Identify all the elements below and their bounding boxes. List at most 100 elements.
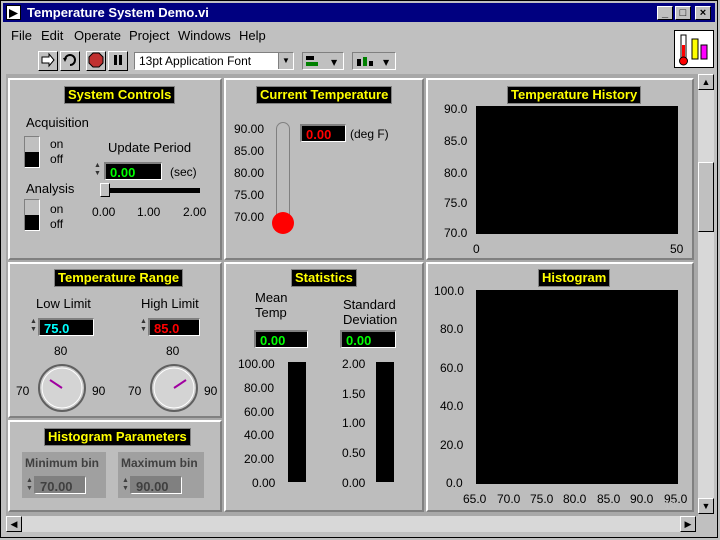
menu-help[interactable]: Help bbox=[239, 28, 266, 43]
mean-temp-label-2: Temp bbox=[255, 305, 287, 320]
vertical-scrollbar[interactable]: ▲ ▼ bbox=[698, 74, 714, 514]
mean-tick-3: 40.00 bbox=[244, 428, 275, 442]
slider-tick-2: 2.00 bbox=[183, 205, 207, 219]
low-limit-field[interactable]: 75.0 bbox=[38, 318, 94, 336]
font-selector-value: 13pt Application Font bbox=[139, 54, 252, 68]
acquisition-switch[interactable] bbox=[24, 136, 40, 168]
temperature-history-graph[interactable] bbox=[476, 106, 678, 234]
distribute-objects-button[interactable]: ▼ bbox=[352, 52, 396, 70]
mean-tick-0: 100.00 bbox=[238, 357, 275, 371]
scroll-down-button[interactable]: ▼ bbox=[698, 498, 714, 514]
scroll-left-button[interactable]: ◀ bbox=[6, 516, 22, 532]
update-period-field[interactable]: 0.00 bbox=[104, 162, 162, 180]
mean-temp-bar bbox=[288, 362, 306, 482]
hist-y-tick-3: 40.0 bbox=[440, 399, 464, 413]
hist-y-tick-4: 20.0 bbox=[440, 438, 464, 452]
history-x-tick-0: 0 bbox=[473, 242, 480, 256]
menu-bar: File Edit Operate Project Windows Help bbox=[3, 24, 673, 48]
std-dev-label-2: Deviation bbox=[343, 312, 398, 327]
hist-y-tick-2: 60.0 bbox=[440, 361, 464, 375]
history-y-tick-2: 80.0 bbox=[444, 166, 468, 180]
maximum-bin-increment[interactable]: ▲ ▼ bbox=[122, 477, 130, 493]
scroll-thumb-vertical[interactable] bbox=[698, 162, 714, 232]
vi-icon[interactable] bbox=[674, 30, 714, 68]
thermo-tick-2: 80.00 bbox=[234, 166, 265, 180]
history-y-tick-3: 75.0 bbox=[444, 196, 468, 210]
update-period-increment[interactable]: ▲ ▼ bbox=[94, 162, 102, 178]
menu-edit[interactable]: Edit bbox=[41, 28, 63, 43]
menu-operate[interactable]: Operate bbox=[74, 28, 121, 43]
high-knob-top-label: 80 bbox=[166, 344, 180, 358]
analysis-label: Analysis bbox=[26, 181, 75, 196]
acquisition-on-label: on bbox=[50, 137, 64, 151]
std-tick-3: 0.50 bbox=[342, 446, 366, 460]
menu-windows[interactable]: Windows bbox=[178, 28, 231, 43]
run-continuously-button[interactable] bbox=[60, 51, 80, 71]
std-dev-bar bbox=[376, 362, 394, 482]
app-icon[interactable] bbox=[6, 5, 21, 20]
chevron-down-icon[interactable]: ▼ bbox=[278, 53, 293, 69]
low-knob-top-label: 80 bbox=[54, 344, 68, 358]
minimum-bin-increment[interactable]: ▲ ▼ bbox=[26, 477, 34, 493]
std-tick-2: 1.00 bbox=[342, 416, 366, 430]
mean-tick-2: 60.00 bbox=[244, 405, 275, 419]
hist-x-tick-4: 85.0 bbox=[597, 492, 621, 506]
minimum-bin-field[interactable]: 70.00 bbox=[34, 476, 86, 494]
scroll-up-button[interactable]: ▲ bbox=[698, 74, 714, 90]
mean-temp-value: 0.00 bbox=[254, 330, 308, 348]
analysis-off-label: off bbox=[50, 217, 64, 231]
history-y-tick-4: 70.0 bbox=[444, 226, 468, 240]
window-title: Temperature System Demo.vi bbox=[27, 5, 209, 20]
update-period-unit: (sec) bbox=[170, 165, 197, 179]
temperature-history-title: Temperature History bbox=[507, 86, 642, 104]
thermo-tick-4: 70.00 bbox=[234, 210, 265, 224]
high-limit-knob[interactable] bbox=[148, 362, 200, 414]
hist-y-tick-5: 0.0 bbox=[446, 476, 463, 490]
mean-temp-label-1: Mean bbox=[255, 290, 288, 305]
current-temperature-unit: (deg F) bbox=[350, 127, 389, 141]
hist-x-tick-0: 65.0 bbox=[463, 492, 487, 506]
minimum-bin-label: Minimum bin bbox=[25, 456, 99, 470]
thermo-tick-1: 85.00 bbox=[234, 144, 265, 158]
std-dev-label-1: Standard bbox=[343, 297, 396, 312]
std-tick-0: 2.00 bbox=[342, 357, 366, 371]
current-temperature-title: Current Temperature bbox=[256, 86, 393, 104]
hist-y-tick-1: 80.0 bbox=[440, 322, 464, 336]
low-limit-increment[interactable]: ▲ ▼ bbox=[30, 318, 38, 334]
history-y-tick-0: 90.0 bbox=[444, 102, 468, 116]
horizontal-scrollbar[interactable]: ◀ ▶ bbox=[6, 516, 696, 532]
minimize-button[interactable]: _ bbox=[657, 6, 673, 20]
maximum-bin-field[interactable]: 90.00 bbox=[130, 476, 182, 494]
mean-tick-1: 80.00 bbox=[244, 381, 275, 395]
run-arrow-button[interactable] bbox=[38, 51, 58, 71]
update-period-label: Update Period bbox=[108, 140, 192, 155]
high-limit-label: High Limit bbox=[141, 296, 199, 311]
system-controls-title: System Controls bbox=[64, 86, 176, 104]
low-knob-right-label: 90 bbox=[92, 384, 106, 398]
histogram-parameters-title: Histogram Parameters bbox=[44, 428, 191, 446]
history-x-tick-1: 50 bbox=[670, 242, 684, 256]
update-period-slider-thumb[interactable] bbox=[100, 183, 110, 197]
high-knob-right-label: 90 bbox=[204, 384, 218, 398]
abort-button[interactable] bbox=[86, 51, 106, 71]
slider-tick-0: 0.00 bbox=[92, 205, 116, 219]
update-period-slider-track[interactable] bbox=[110, 188, 200, 193]
hist-x-tick-3: 80.0 bbox=[563, 492, 587, 506]
high-limit-increment[interactable]: ▲ ▼ bbox=[140, 318, 148, 334]
analysis-switch[interactable] bbox=[24, 199, 40, 231]
pause-button[interactable] bbox=[108, 51, 128, 71]
high-limit-field[interactable]: 85.0 bbox=[148, 318, 200, 336]
maximum-bin-label: Maximum bin bbox=[121, 456, 198, 470]
low-limit-knob[interactable] bbox=[36, 362, 88, 414]
close-button[interactable]: × bbox=[695, 6, 711, 20]
scroll-right-button[interactable]: ▶ bbox=[680, 516, 696, 532]
align-objects-button[interactable]: ▼ bbox=[302, 52, 344, 70]
menu-file[interactable]: File bbox=[11, 28, 32, 43]
acquisition-off-label: off bbox=[50, 152, 64, 166]
svg-text:▼: ▼ bbox=[383, 58, 390, 67]
maximize-button[interactable]: □ bbox=[675, 6, 691, 20]
menu-project[interactable]: Project bbox=[129, 28, 169, 43]
histogram-graph[interactable] bbox=[476, 290, 678, 484]
font-selector[interactable]: 13pt Application Font ▼ bbox=[134, 52, 294, 70]
std-tick-1: 1.50 bbox=[342, 387, 366, 401]
